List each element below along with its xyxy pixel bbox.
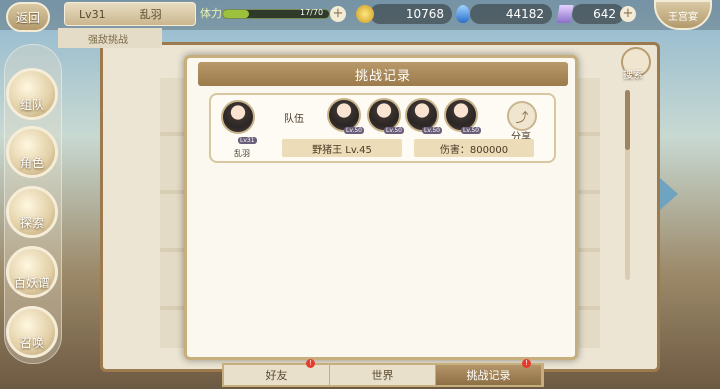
- boss-info: 野猪王 Lv.45: [282, 139, 402, 157]
- team-label: 队伍: [284, 114, 304, 125]
- stamina-text: 17/70: [300, 8, 324, 17]
- gold-display: 10768: [370, 4, 452, 24]
- tab-world-label: 世界: [371, 369, 394, 382]
- side-character-button[interactable]: 角色: [6, 126, 58, 178]
- share-icon[interactable]: ⤴: [507, 101, 537, 131]
- list-scroll-thumb[interactable]: [625, 90, 630, 150]
- side-explore-label: 探索: [19, 216, 44, 230]
- player-avatar: [221, 100, 255, 134]
- gem-display: 642: [572, 4, 624, 24]
- team-member-level: Lv.50: [344, 127, 364, 134]
- tab-friends-badge: !: [306, 359, 315, 368]
- dialog-title: 挑战记录: [198, 62, 568, 86]
- water-drop-icon: [456, 5, 470, 23]
- team-member-level: Lv.50: [461, 127, 481, 134]
- water-value: 44182: [505, 7, 544, 21]
- sub-tab-title: 强敌挑战: [58, 28, 162, 48]
- stamina-fill: [223, 10, 249, 18]
- gold-value: 10768: [405, 7, 444, 21]
- water-display: 44182: [470, 4, 552, 24]
- side-bestiary-label: 百妖谱: [13, 276, 50, 290]
- gem-value: 642: [593, 7, 616, 21]
- record-player-name: 乱羽: [234, 149, 250, 158]
- damage-info: 伤害：800000: [414, 139, 534, 157]
- player-name: 乱羽: [139, 8, 162, 21]
- add-gem-button[interactable]: +: [620, 6, 636, 22]
- tab-friends[interactable]: 好友 !: [224, 359, 330, 385]
- back-button[interactable]: 返回: [6, 2, 50, 32]
- stamina-label: 体力: [200, 7, 222, 20]
- bottom-tab-bar: 好友 ! 世界 挑战记录 !: [222, 359, 544, 387]
- tab-challenge-record-label: 挑战记录: [466, 369, 511, 382]
- next-arrow-icon[interactable]: [660, 178, 678, 210]
- side-team-label: 组队: [19, 98, 44, 112]
- side-explore-button[interactable]: 探索: [6, 186, 58, 238]
- tab-world[interactable]: 世界: [330, 365, 436, 385]
- side-character-label: 角色: [19, 156, 44, 170]
- player-info: Lv31 乱羽: [64, 2, 196, 26]
- team-member-level: Lv.50: [384, 127, 404, 134]
- side-summon-label: 召唤: [19, 336, 44, 350]
- side-summon-button[interactable]: 召唤: [6, 306, 58, 358]
- team-member-level: Lv.50: [422, 127, 442, 134]
- tab-friends-label: 好友: [265, 369, 288, 382]
- side-bestiary-button[interactable]: 百妖谱: [6, 246, 58, 298]
- tab-challenge-record-badge: !: [522, 359, 531, 368]
- player-level: Lv31: [79, 7, 106, 21]
- side-team-button[interactable]: 组队: [6, 68, 58, 120]
- add-stamina-button[interactable]: +: [330, 6, 346, 22]
- player-avatar-level: Lv31: [238, 137, 257, 144]
- coin-icon: [356, 5, 374, 23]
- search-label: 搜索: [623, 70, 643, 81]
- tab-challenge-record[interactable]: 挑战记录 !: [436, 359, 542, 385]
